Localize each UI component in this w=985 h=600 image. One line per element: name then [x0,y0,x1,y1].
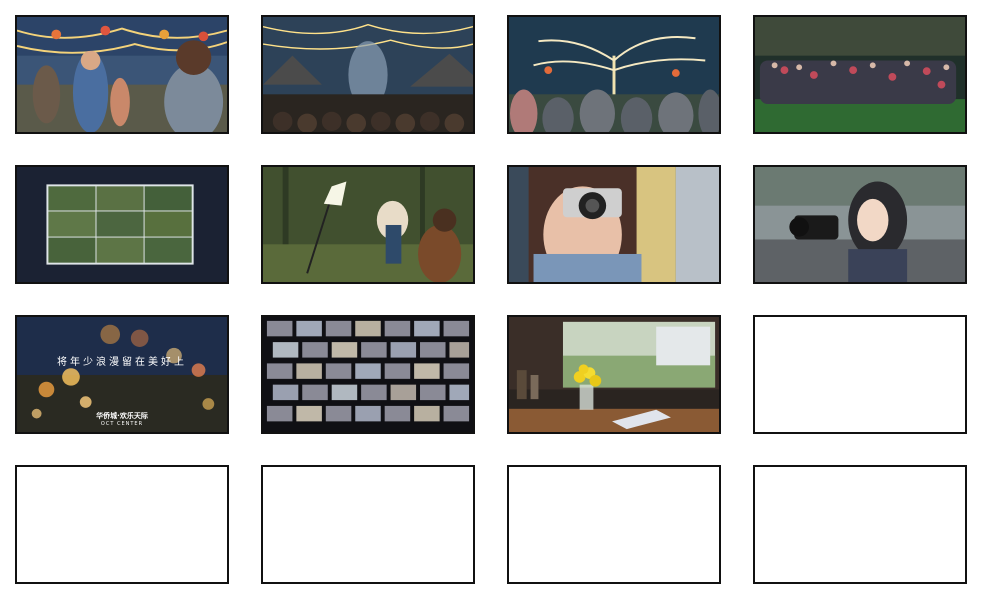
storyboard-panel-3 [507,15,721,134]
group-photo-image [755,17,965,132]
storyboard-grid: 将年少浪漫留在美好上 华侨城·欢乐天际 OCT CENTER [0,0,985,600]
photo-collage-image [17,167,227,282]
storyboard-panel-2 [261,15,475,134]
illustrated-girl-camera-image [755,167,965,282]
portrait-mosaic-image [263,317,473,432]
glowing-tree-image [509,17,719,132]
storyboard-panel-1 [15,15,229,134]
storyboard-panel-6 [261,165,475,284]
forest-shoot-image [263,167,473,282]
storyboard-panel-15 [507,465,721,584]
slogan-text: 将年少浪漫留在美好上 [57,357,187,368]
festival-crowd-image [17,17,227,132]
night-market-image [263,17,473,132]
storyboard-panel-5 [15,165,229,284]
storyboard-panel-12 [753,315,967,434]
storyboard-panel-7 [507,165,721,284]
storyboard-panel-8 [753,165,967,284]
storyboard-panel-10 [261,315,475,434]
storyboard-panel-14 [261,465,475,584]
girl-with-camera-image [509,167,719,282]
storyboard-panel-9: 将年少浪漫留在美好上 华侨城·欢乐天际 OCT CENTER [15,315,229,434]
storyboard-panel-11 [507,315,721,434]
window-flowers-image [509,317,719,432]
storyboard-panel-4 [753,15,967,134]
logo-en-text: OCT CENTER [100,421,144,427]
storyboard-panel-16 [753,465,967,584]
storyboard-panel-13 [15,465,229,584]
logo-cn-text: 华侨城·欢乐天际 [96,412,148,420]
